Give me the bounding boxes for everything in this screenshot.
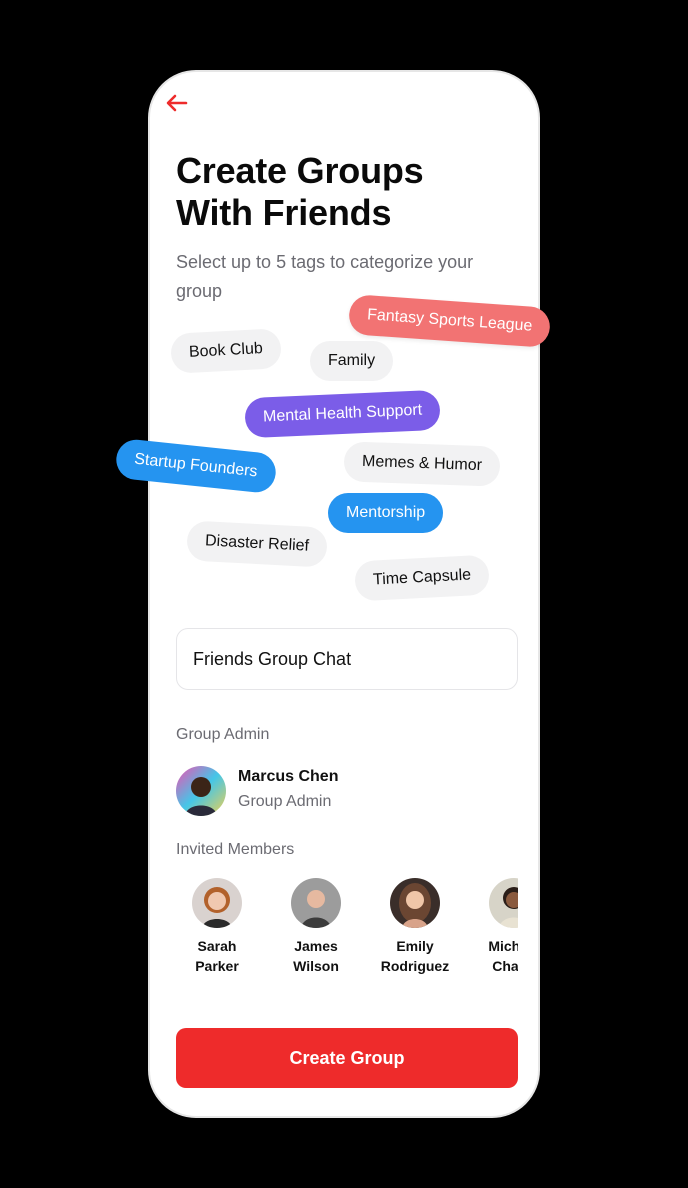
member-item[interactable]: James Wilson — [275, 878, 357, 976]
page-title: Create Groups With Friends — [176, 150, 424, 233]
member-name: Michael Chang — [488, 938, 518, 974]
tag-memes-humor[interactable]: Memes & Humor — [343, 441, 501, 487]
avatar — [192, 878, 242, 928]
admin-name: Marcus Chen — [238, 768, 339, 785]
invited-members-label: Invited Members — [176, 841, 295, 858]
member-item[interactable]: Emily Rodriguez — [374, 878, 456, 976]
tag-mentorship[interactable]: Mentorship — [328, 493, 444, 533]
member-item[interactable]: Sarah Parker — [176, 878, 258, 976]
admin-role: Group Admin — [238, 793, 332, 810]
avatar — [489, 878, 518, 928]
phone-screen: Create Groups With Friends Select up to … — [148, 70, 540, 1118]
back-arrow-icon[interactable] — [164, 92, 190, 114]
app-stage: Create Groups With Friends Select up to … — [0, 0, 688, 1188]
group-name-input[interactable] — [176, 628, 518, 690]
create-group-button[interactable]: Create Group — [176, 1028, 518, 1088]
tag-time-capsule[interactable]: Time Capsule — [354, 554, 491, 602]
member-name: James Wilson — [293, 938, 339, 974]
tag-mental-health-support[interactable]: Mental Health Support — [244, 389, 441, 439]
avatar — [390, 878, 440, 928]
member-item[interactable]: Michael Chang — [473, 878, 518, 976]
avatar — [291, 878, 341, 928]
admin-row: Marcus Chen Group Admin — [176, 766, 476, 818]
page-subtitle: Select up to 5 tags to categorize your g… — [176, 252, 474, 301]
tag-disaster-relief[interactable]: Disaster Relief — [186, 520, 328, 568]
invited-members-list: Sarah Parker James Wilson Emily Rodrigue… — [176, 878, 518, 988]
tag-book-club[interactable]: Book Club — [170, 328, 282, 374]
member-name: Sarah Parker — [195, 938, 239, 974]
tag-family[interactable]: Family — [310, 341, 394, 381]
group-admin-label: Group Admin — [176, 726, 270, 743]
avatar — [176, 766, 226, 816]
member-name: Emily Rodriguez — [380, 938, 450, 974]
